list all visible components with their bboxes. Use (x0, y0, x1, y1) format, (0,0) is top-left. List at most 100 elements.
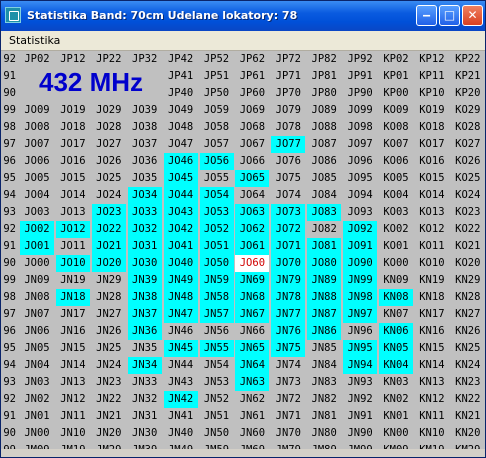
locator-cell-jo44[interactable]: JO44 (163, 187, 198, 204)
locator-cell-kn25[interactable]: KN25 (451, 340, 485, 357)
locator-cell-jo56[interactable]: JO56 (199, 153, 234, 170)
locator-cell-jm69[interactable]: JM69 (235, 442, 269, 449)
locator-cell-jo67[interactable]: JO67 (235, 136, 269, 153)
locator-cell-jp02[interactable]: JP02 (20, 51, 54, 68)
locator-cell-jo38[interactable]: JO38 (128, 119, 162, 136)
locator-cell-jn90[interactable]: JN90 (343, 425, 377, 442)
locator-cell-jo96[interactable]: JO96 (343, 153, 377, 170)
locator-cell-jn61[interactable]: JN61 (235, 408, 269, 425)
locator-cell-jo03[interactable]: JO03 (20, 204, 54, 221)
locator-cell-jp71[interactable]: JP71 (271, 68, 305, 85)
locator-cell-jn37[interactable]: JN37 (127, 306, 162, 323)
locator-cell-jo36[interactable]: JO36 (128, 153, 162, 170)
locator-cell-jo78[interactable]: JO78 (271, 119, 305, 136)
locator-cell-jn27[interactable]: JN27 (92, 306, 126, 323)
locator-cell-ko27[interactable]: KO27 (451, 136, 485, 153)
locator-cell-jn93[interactable]: JN93 (343, 374, 377, 391)
locator-cell-jn49[interactable]: JN49 (163, 272, 198, 289)
locator-cell-kn08[interactable]: KN08 (379, 289, 413, 306)
locator-cell-jp40[interactable]: JP40 (164, 85, 198, 102)
locator-cell-kp10[interactable]: KP10 (415, 85, 449, 102)
locator-cell-jp51[interactable]: JP51 (200, 68, 234, 85)
locator-cell-jn24[interactable]: JN24 (92, 357, 126, 374)
locator-cell-jn83[interactable]: JN83 (307, 374, 341, 391)
locator-cell-km29[interactable]: KM29 (451, 442, 485, 449)
locator-cell-ko05[interactable]: KO05 (379, 170, 413, 187)
maximize-button[interactable]: □ (439, 5, 460, 26)
locator-cell-jn41[interactable]: JN41 (164, 408, 198, 425)
locator-cell-jn42[interactable]: JN42 (163, 391, 198, 408)
locator-cell-jo32[interactable]: JO32 (127, 221, 162, 238)
locator-cell-jn68[interactable]: JN68 (235, 289, 270, 306)
locator-cell-jn95[interactable]: JN95 (343, 340, 378, 357)
locator-cell-kn21[interactable]: KN21 (451, 408, 485, 425)
locator-cell-jo94[interactable]: JO94 (343, 187, 377, 204)
locator-cell-jo83[interactable]: JO83 (307, 204, 342, 221)
locator-cell-jn08[interactable]: JN08 (20, 289, 54, 306)
locator-cell-jo85[interactable]: JO85 (307, 170, 341, 187)
locator-cell-jo40[interactable]: JO40 (163, 255, 198, 272)
locator-cell-jn79[interactable]: JN79 (271, 272, 306, 289)
locator-cell-jn75[interactable]: JN75 (271, 340, 306, 357)
locator-cell-ko20[interactable]: KO20 (451, 255, 485, 272)
locator-cell-jp92[interactable]: JP92 (343, 51, 377, 68)
close-button[interactable]: ✕ (462, 5, 483, 26)
locator-cell-jn04[interactable]: JN04 (20, 357, 54, 374)
locator-cell-jp41[interactable]: JP41 (164, 68, 198, 85)
locator-cell-jn84[interactable]: JN84 (307, 357, 341, 374)
locator-cell-jo01[interactable]: JO01 (20, 238, 54, 255)
locator-cell-kn00[interactable]: KN00 (379, 425, 413, 442)
locator-cell-jo70[interactable]: JO70 (271, 255, 306, 272)
locator-cell-jm79[interactable]: JM79 (271, 442, 305, 449)
locator-cell-kn02[interactable]: KN02 (379, 391, 413, 408)
locator-cell-jo73[interactable]: JO73 (271, 204, 306, 221)
locator-cell-jo98[interactable]: JO98 (343, 119, 377, 136)
locator-cell-jo91[interactable]: JO91 (343, 238, 378, 255)
locator-cell-jo13[interactable]: JO13 (56, 204, 90, 221)
locator-cell-jo87[interactable]: JO87 (307, 136, 341, 153)
locator-cell-jp60[interactable]: JP60 (235, 85, 269, 102)
locator-cell-jp72[interactable]: JP72 (271, 51, 305, 68)
locator-cell-ko06[interactable]: KO06 (379, 153, 413, 170)
locator-cell-jo24[interactable]: JO24 (92, 187, 126, 204)
locator-cell-jm09[interactable]: JM09 (20, 442, 54, 449)
locator-cell-ko26[interactable]: KO26 (451, 153, 485, 170)
locator-cell-jn96[interactable]: JN96 (343, 323, 377, 340)
locator-cell-kn05[interactable]: KN05 (379, 340, 413, 357)
locator-cell-jp70[interactable]: JP70 (271, 85, 305, 102)
locator-cell-ko11[interactable]: KO11 (415, 238, 449, 255)
locator-cell-jo63[interactable]: JO63 (235, 204, 270, 221)
locator-cell-kn11[interactable]: KN11 (415, 408, 449, 425)
locator-cell-jn18[interactable]: JN18 (55, 289, 90, 306)
locator-cell-ko19[interactable]: KO19 (415, 102, 449, 119)
locator-cell-jo81[interactable]: JO81 (307, 238, 342, 255)
locator-cell-jp42[interactable]: JP42 (164, 51, 198, 68)
locator-cell-jp61[interactable]: JP61 (235, 68, 269, 85)
locator-cell-kp12[interactable]: KP12 (415, 51, 449, 68)
locator-cell-jn03[interactable]: JN03 (20, 374, 54, 391)
locator-cell-jm19[interactable]: JM19 (56, 442, 90, 449)
locator-cell-jo74[interactable]: JO74 (271, 187, 305, 204)
locator-cell-jo25[interactable]: JO25 (92, 170, 126, 187)
locator-cell-jn73[interactable]: JN73 (271, 374, 305, 391)
locator-cell-ko23[interactable]: KO23 (451, 204, 485, 221)
locator-cell-jn74[interactable]: JN74 (271, 357, 305, 374)
locator-cell-kn27[interactable]: KN27 (451, 306, 485, 323)
locator-cell-jo62[interactable]: JO62 (235, 221, 270, 238)
locator-cell-kn07[interactable]: KN07 (379, 306, 413, 323)
locator-cell-jo47[interactable]: JO47 (164, 136, 198, 153)
locator-cell-jo09[interactable]: JO09 (20, 102, 54, 119)
locator-cell-jm39[interactable]: JM39 (128, 442, 162, 449)
locator-cell-ko18[interactable]: KO18 (415, 119, 449, 136)
locator-cell-kn28[interactable]: KN28 (451, 289, 485, 306)
locator-cell-jn64[interactable]: JN64 (235, 357, 270, 374)
locator-cell-jo71[interactable]: JO71 (271, 238, 306, 255)
locator-cell-jn22[interactable]: JN22 (92, 391, 126, 408)
locator-cell-jo29[interactable]: JO29 (92, 102, 126, 119)
locator-cell-jp62[interactable]: JP62 (235, 51, 269, 68)
locator-cell-jn66[interactable]: JN66 (235, 323, 269, 340)
locator-cell-jo68[interactable]: JO68 (235, 119, 269, 136)
locator-cell-jo31[interactable]: JO31 (127, 238, 162, 255)
locator-cell-kn24[interactable]: KN24 (451, 357, 485, 374)
locator-cell-jn07[interactable]: JN07 (20, 306, 54, 323)
